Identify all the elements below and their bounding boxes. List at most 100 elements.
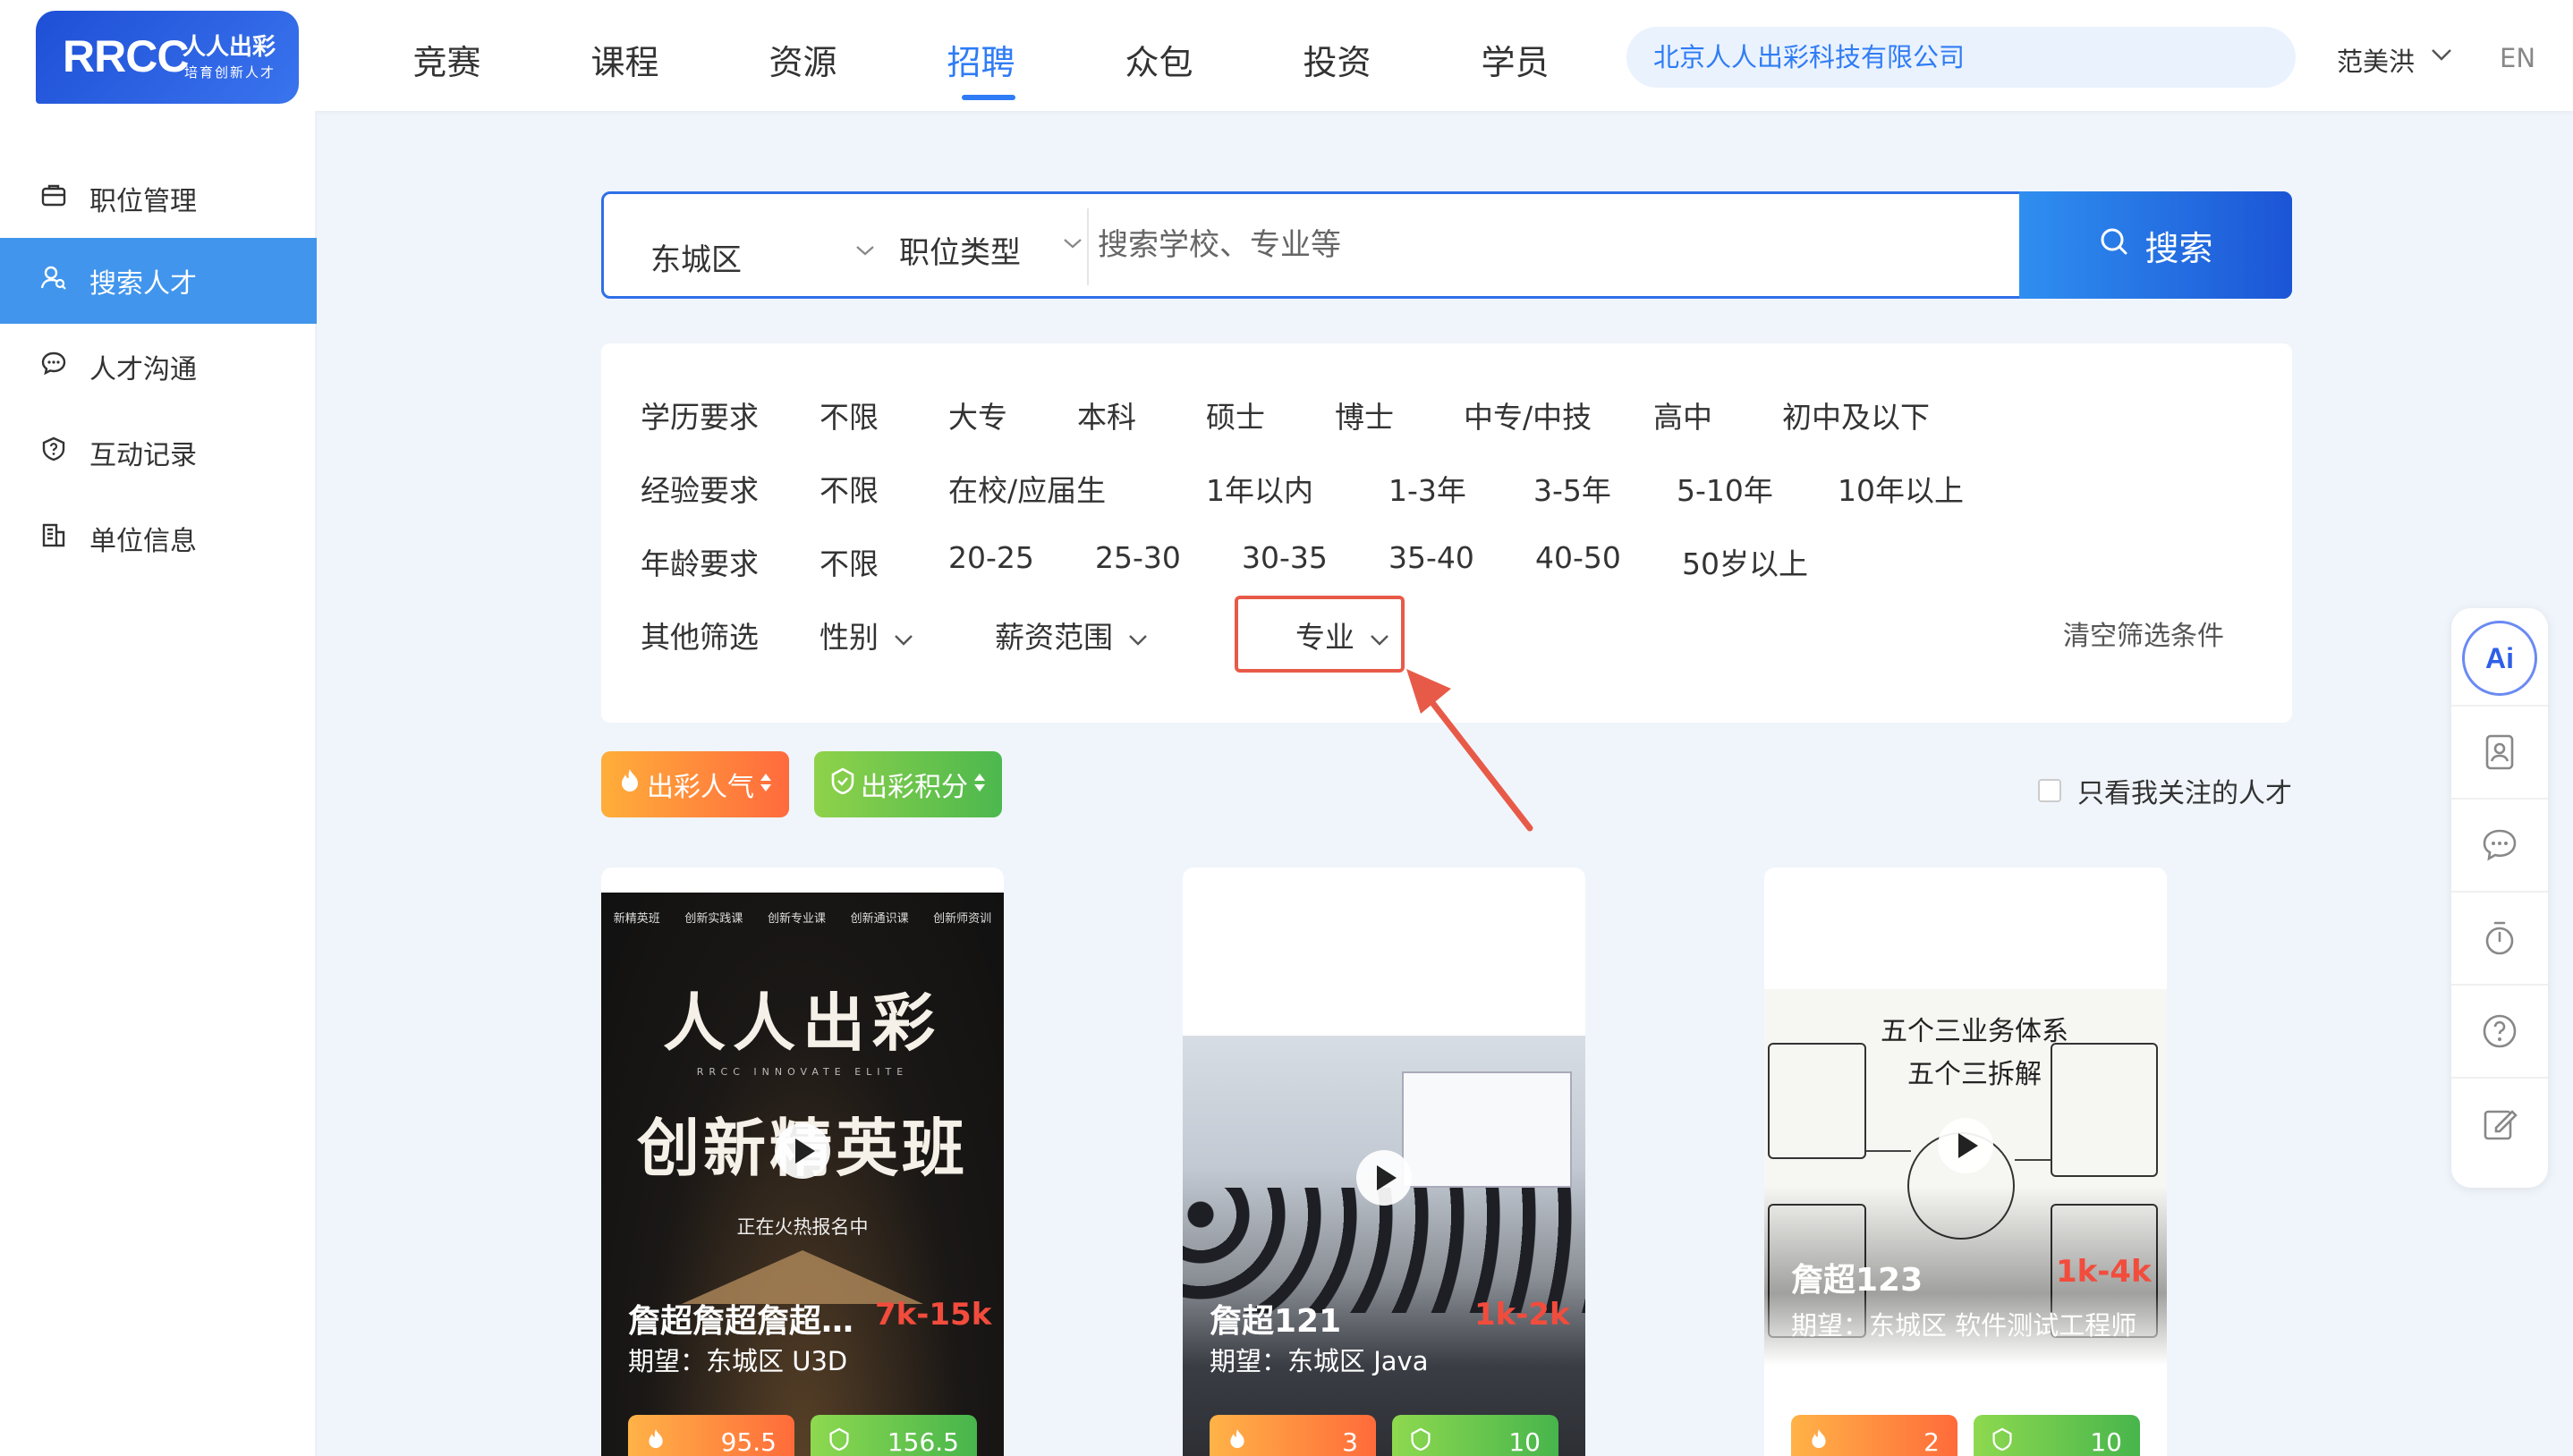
filter-option[interactable]: 高中 xyxy=(1653,394,1712,436)
play-icon[interactable] xyxy=(775,1123,830,1179)
resume-icon[interactable] xyxy=(2451,705,2548,798)
sort-popularity-label: 出彩人气 xyxy=(647,772,754,803)
sidebar-item-search-talent[interactable]: 搜索人才 xyxy=(0,238,317,324)
right-toolbar: Ai xyxy=(2451,608,2548,1188)
filter-label: 学历要求 xyxy=(641,400,759,435)
play-icon[interactable] xyxy=(1356,1150,1412,1206)
poster-title: 人人出彩 xyxy=(663,986,942,1060)
top-header: RRCC 人人出彩 培育创新人才 竞赛 课程 资源 招聘 众包 投资 学员 北京… xyxy=(0,0,2573,111)
salary-range-dropdown[interactable]: 薪资范围 xyxy=(995,614,1149,656)
filter-option[interactable]: 3-5年 xyxy=(1533,467,1611,510)
sort-popularity-button[interactable]: 出彩人气 xyxy=(601,751,789,817)
filter-option[interactable]: 1-3年 xyxy=(1388,467,1466,510)
nav-item-students[interactable]: 学员 xyxy=(1426,0,1604,111)
nav-item-resources[interactable]: 资源 xyxy=(714,0,892,111)
gender-dropdown[interactable]: 性别 xyxy=(819,614,914,656)
chevron-down-icon[interactable] xyxy=(854,237,876,264)
filter-option[interactable]: 1年以内 xyxy=(1206,467,1313,510)
user-menu[interactable]: 范美洪 xyxy=(2337,41,2415,79)
filter-option[interactable]: 中专/中技 xyxy=(1464,394,1592,436)
sidebar-item-job-management[interactable]: 职位管理 xyxy=(0,156,317,241)
search-input[interactable] xyxy=(1098,214,1992,276)
filter-option[interactable]: 初中及以下 xyxy=(1782,394,1930,436)
filter-option[interactable]: 不限 xyxy=(819,467,879,510)
briefcase-icon xyxy=(36,182,72,216)
poster-tab: 新精英班 xyxy=(613,912,660,926)
follow-only-checkbox[interactable] xyxy=(2038,779,2061,802)
nav-item-recruitment[interactable]: 招聘 xyxy=(892,0,1070,111)
poster-tab: 创新专业课 xyxy=(767,912,826,926)
filter-option[interactable]: 40-50 xyxy=(1535,540,1621,575)
sidebar-item-unit-info[interactable]: 单位信息 xyxy=(0,495,317,581)
talent-card[interactable]: 新精英班 创新实践课 创新专业课 创新通识课 创新师资训 人人出彩 RRCC I… xyxy=(601,868,1004,1456)
help-icon[interactable] xyxy=(2451,984,2548,1077)
nav-item-courses[interactable]: 课程 xyxy=(536,0,714,111)
chevron-down-icon xyxy=(1127,627,1149,654)
edit-icon[interactable] xyxy=(2451,1077,2548,1170)
filter-option[interactable]: 20-25 xyxy=(948,540,1034,575)
nav-item-investment[interactable]: 投资 xyxy=(1248,0,1426,111)
points-value: 10 xyxy=(2090,1426,2122,1456)
area-select[interactable]: 东城区 xyxy=(650,235,742,279)
filter-option[interactable]: 本科 xyxy=(1077,394,1136,436)
logo-sub-text: 培育创新人才 xyxy=(184,64,276,80)
rrcc-logo[interactable]: RRCC 人人出彩 培育创新人才 xyxy=(36,11,299,104)
poster-decoration xyxy=(682,1250,923,1304)
filter-option[interactable]: 30-35 xyxy=(1242,540,1328,575)
chevron-down-icon[interactable] xyxy=(2430,43,2453,68)
filter-option[interactable]: 50岁以上 xyxy=(1682,540,1808,583)
talent-expectation: 期望：东城区 U3D xyxy=(628,1346,848,1376)
filter-option[interactable]: 不限 xyxy=(819,394,879,436)
popularity-value: 3 xyxy=(1342,1426,1358,1456)
chat-icon xyxy=(36,350,72,384)
search-button[interactable]: 搜索 xyxy=(2019,191,2292,299)
talent-card[interactable]: 詹超121 1k-2k 期望：东城区 Java 3 10 xyxy=(1183,868,1585,1456)
follow-only-label: 只看我关注的人才 xyxy=(2077,778,2292,809)
filter-option[interactable]: 不限 xyxy=(819,540,879,583)
filter-option[interactable]: 25-30 xyxy=(1095,540,1181,575)
nav-item-crowdsourcing[interactable]: 众包 xyxy=(1070,0,1248,111)
sidebar-item-label: 职位管理 xyxy=(89,186,197,217)
talent-name: 詹超121 xyxy=(1210,1303,1342,1340)
message-icon[interactable] xyxy=(2451,798,2548,891)
talent-card[interactable]: 五个三业务体系 五个三拆解 詹超123 1k-4k 期望：东城区 软件测试工程师… xyxy=(1764,868,2167,1456)
company-selector[interactable]: 北京人人出彩科技有限公司 xyxy=(1626,27,2296,88)
sort-points-button[interactable]: 出彩积分 xyxy=(814,751,1002,817)
clear-filters-link[interactable]: 清空筛选条件 xyxy=(2063,614,2224,653)
filter-option[interactable]: 在校/应届生 xyxy=(948,467,1106,510)
whiteboard-line xyxy=(1866,1150,1911,1152)
popularity-value: 95.5 xyxy=(720,1426,777,1456)
filter-option[interactable]: 10年以上 xyxy=(1838,467,1964,510)
ai-assistant-icon[interactable]: Ai xyxy=(2462,621,2537,696)
points-value: 156.5 xyxy=(887,1426,959,1456)
filter-option[interactable]: 大专 xyxy=(948,394,1007,436)
poster-tab: 创新师资训 xyxy=(933,912,992,926)
chevron-down-icon[interactable] xyxy=(1062,230,1083,257)
points-badge: 10 xyxy=(1974,1415,2140,1456)
filter-option[interactable]: 硕士 xyxy=(1206,394,1265,436)
filter-option[interactable]: 5-10年 xyxy=(1677,467,1773,510)
play-icon[interactable] xyxy=(1938,1118,1993,1173)
chevron-down-icon xyxy=(893,627,914,654)
search-icon xyxy=(2098,225,2130,266)
timer-icon[interactable] xyxy=(2451,891,2548,984)
sidebar-item-talent-chat[interactable]: 人才沟通 xyxy=(0,324,317,410)
whiteboard-line xyxy=(2015,1159,2051,1161)
poster-subtitle: RRCC INNOVATE ELITE xyxy=(696,1066,909,1078)
popularity-badge: 2 xyxy=(1791,1415,1957,1456)
filter-option[interactable]: 博士 xyxy=(1335,394,1394,436)
sidebar-item-label: 搜索人才 xyxy=(89,268,197,300)
sidebar-item-interaction-records[interactable]: 互动记录 xyxy=(0,410,317,495)
talent-name: 詹超詹超詹超詹超 xyxy=(628,1303,861,1340)
language-switch[interactable]: EN xyxy=(2500,43,2535,73)
whiteboard-subtitle: 五个三拆解 xyxy=(1907,1059,2042,1090)
card-video-photo xyxy=(1183,1036,1585,1456)
flame-icon xyxy=(618,767,641,801)
sort-points-label: 出彩积分 xyxy=(861,772,968,803)
job-type-select[interactable]: 职位类型 xyxy=(899,228,1021,272)
talent-salary: 1k-2k xyxy=(1474,1297,1570,1333)
nav-item-competition[interactable]: 竞赛 xyxy=(358,0,536,111)
filter-option[interactable]: 35-40 xyxy=(1388,540,1474,575)
whiteboard-box xyxy=(2051,1043,2158,1177)
follow-only-toggle[interactable]: 只看我关注的人才 xyxy=(2038,771,2292,810)
